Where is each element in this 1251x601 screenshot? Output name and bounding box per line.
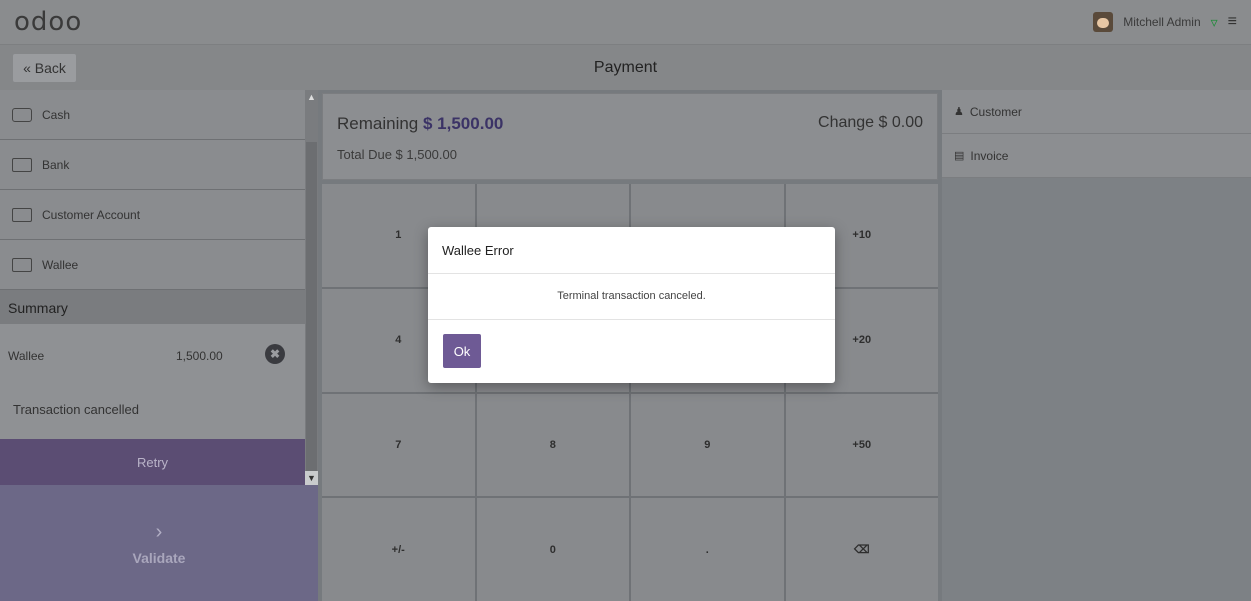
remaining-amount: $ 1,500.00 (423, 114, 504, 133)
numpad-key-plus-minus[interactable]: +/- (322, 498, 475, 601)
terminal-card-icon (12, 257, 32, 272)
remove-payment-icon[interactable]: ✖ (265, 344, 285, 364)
chevron-right-icon: › (155, 520, 163, 543)
payment-method-cash[interactable]: Cash (0, 90, 305, 140)
user-name[interactable]: Mitchell Admin (1123, 15, 1200, 29)
customer-label: Customer (969, 104, 1022, 119)
payment-line[interactable]: Wallee 1,500.00 ✖ (0, 324, 305, 387)
payment-method-list: Cash Bank Customer Account Wallee (0, 90, 305, 290)
scroll-down-arrow-icon[interactable]: ▼ (305, 471, 318, 485)
ok-button[interactable]: Ok (443, 334, 481, 368)
page-title: Payment (593, 59, 658, 76)
menu-icon[interactable]: ≡ (1228, 13, 1237, 31)
dialog-title: Wallee Error (428, 227, 835, 274)
payment-method-label: Wallee (42, 257, 79, 272)
invoice-label: Invoice (970, 148, 1009, 163)
dialog-message: Terminal transaction canceled. (428, 274, 835, 320)
payment-method-label: Cash (42, 107, 71, 122)
cash-icon (12, 107, 32, 122)
bank-card-icon (12, 157, 32, 172)
numpad-key-0[interactable]: 0 (476, 498, 629, 601)
payment-totals: Remaining $ 1,500.00 Change $ 0.00 Total… (322, 93, 938, 180)
payment-header: « Back Payment (0, 44, 1251, 90)
invoice-file-icon: ▤ (954, 150, 965, 162)
avatar[interactable] (1093, 12, 1114, 32)
retry-button[interactable]: Retry (0, 439, 305, 485)
customer-button[interactable]: ♟ Customer (942, 90, 1251, 134)
summary-title: Summary (0, 290, 305, 324)
payment-method-wallee[interactable]: Wallee (0, 240, 305, 290)
scrollbar-thumb[interactable] (306, 142, 317, 472)
payment-method-label: Customer Account (42, 207, 141, 222)
payment-method-label: Bank (42, 157, 70, 172)
scroll-up-arrow-icon[interactable]: ▲ (305, 90, 318, 104)
payment-methods-panel: Cash Bank Customer Account Wallee Summar… (0, 90, 318, 601)
validate-label: Validate (132, 549, 186, 566)
numpad-key-7[interactable]: 7 (322, 393, 475, 497)
payment-method-bank[interactable]: Bank (0, 140, 305, 190)
remaining-display: Remaining $ 1,500.00 (337, 114, 503, 134)
topbar-right-group: Mitchell Admin ▿ ≡ (1093, 12, 1237, 32)
user-icon: ♟ (954, 106, 964, 118)
remaining-label: Remaining (337, 114, 419, 133)
numpad-key-9[interactable]: 9 (631, 393, 784, 497)
transaction-status: Transaction cancelled (0, 387, 305, 439)
wifi-icon[interactable]: ▿ (1211, 14, 1218, 31)
numpad-key-plus50[interactable]: +50 (785, 393, 938, 497)
change-display: Change $ 0.00 (818, 114, 923, 131)
invoice-button[interactable]: ▤ Invoice (942, 134, 1251, 178)
top-navbar: odoo Mitchell Admin ▿ ≡ (0, 0, 1251, 44)
error-dialog: Wallee Error Terminal transaction cancel… (428, 227, 835, 383)
payment-method-customer-account[interactable]: Customer Account (0, 190, 305, 240)
payment-line-amount: 1,500.00 (176, 348, 223, 363)
customer-invoice-panel: ♟ Customer ▤ Invoice (942, 90, 1251, 601)
numpad-key-8[interactable]: 8 (476, 393, 629, 497)
validate-button[interactable]: › Validate (0, 485, 318, 601)
odoo-logo: odoo (14, 7, 83, 37)
total-due-display: Total Due $ 1,500.00 (337, 147, 457, 162)
customer-account-icon (12, 207, 32, 222)
dialog-footer: Ok (428, 320, 835, 383)
payment-line-method: Wallee (8, 348, 45, 363)
backspace-icon[interactable]: ⌫ (785, 498, 938, 601)
numpad-key-decimal[interactable]: . (631, 498, 784, 601)
